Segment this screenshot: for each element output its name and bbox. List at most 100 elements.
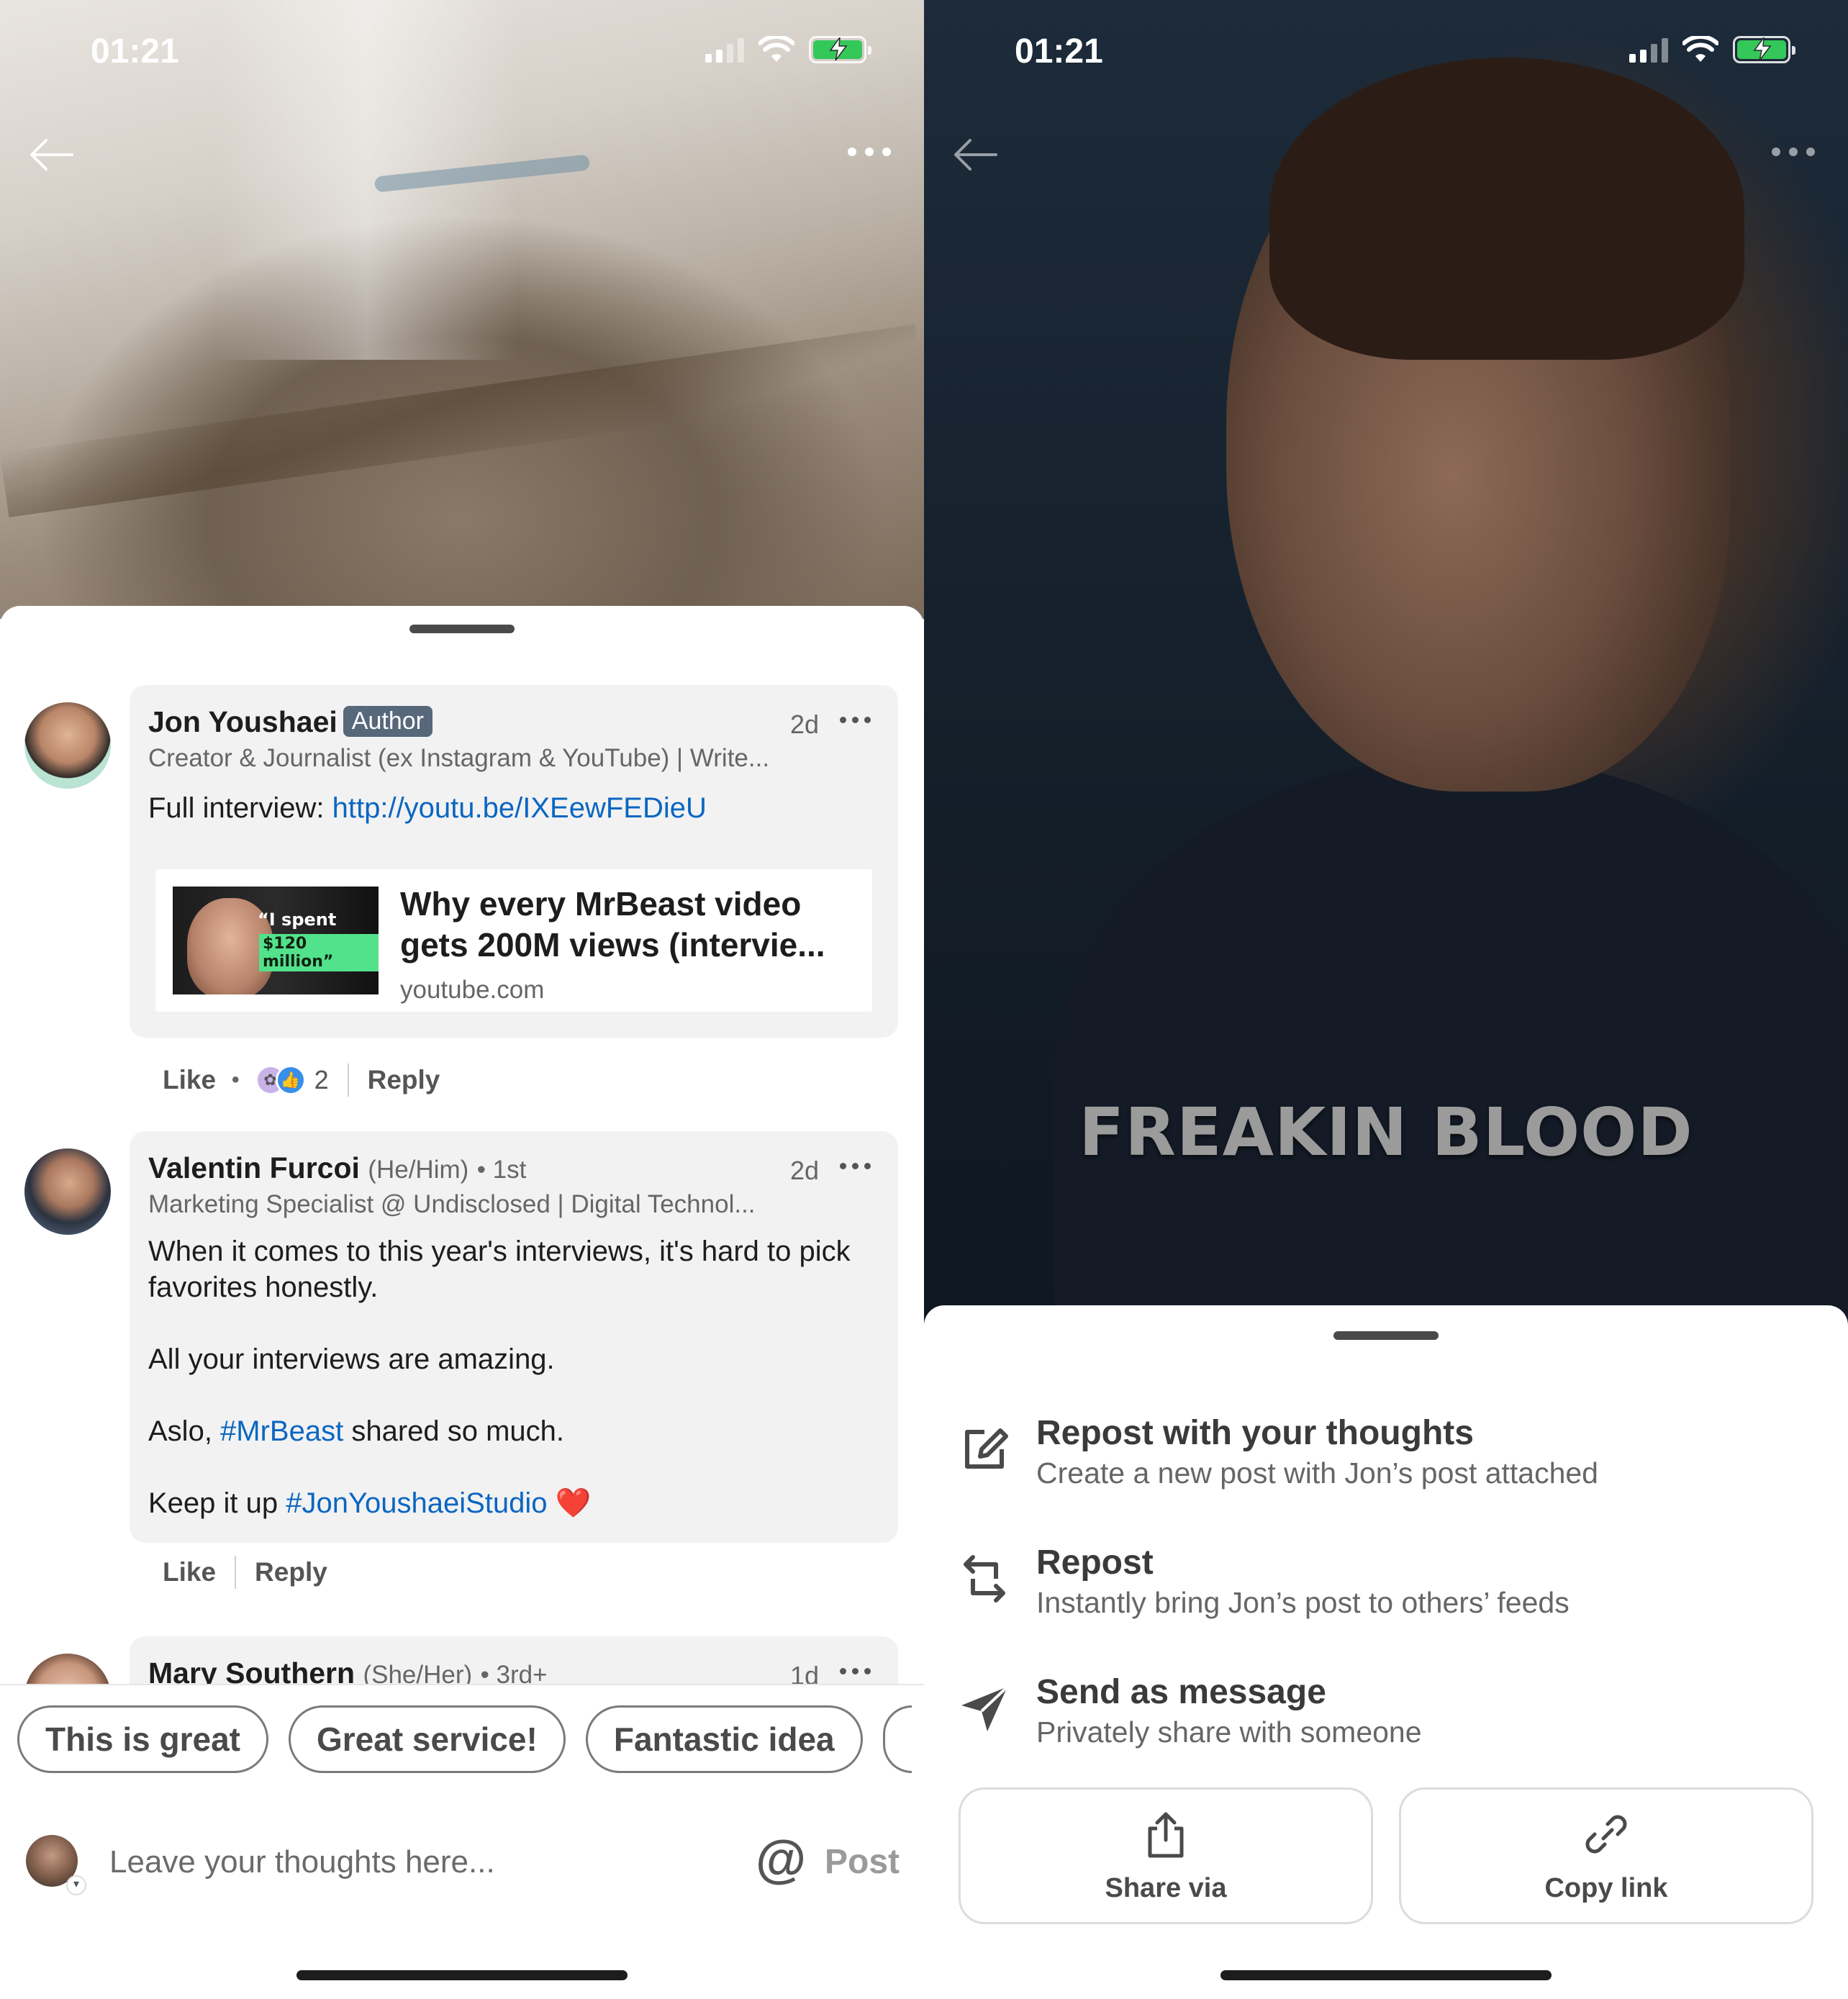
copy-link-label: Copy link bbox=[1544, 1873, 1668, 1903]
comment-item: Valentin Furcoi (He/Him) • 1st 2d Market… bbox=[0, 1131, 924, 1599]
video-background[interactable] bbox=[0, 0, 924, 619]
comment-bubble: Valentin Furcoi (He/Him) • 1st 2d Market… bbox=[130, 1131, 898, 1543]
wifi-icon bbox=[1682, 36, 1718, 62]
option-subtitle: Instantly bring Jon’s post to others’ fe… bbox=[1036, 1586, 1570, 1619]
pronouns: (She/Her) bbox=[363, 1661, 473, 1684]
like-reaction-icon: 👍 bbox=[275, 1065, 306, 1095]
share-via-button[interactable]: Share via bbox=[959, 1787, 1373, 1924]
repost-icon bbox=[964, 1555, 1005, 1603]
comment-bubble: Jon Youshaei Author 2d Creator & Journali… bbox=[130, 685, 898, 1038]
battery-icon bbox=[809, 36, 871, 63]
suggested-reply-chip-partial[interactable] bbox=[882, 1705, 912, 1773]
comment-paragraph: All your interviews are amazing. bbox=[148, 1343, 555, 1375]
mention-at-icon[interactable]: @ bbox=[756, 1831, 806, 1888]
home-indicator bbox=[296, 1970, 628, 1980]
chips-divider bbox=[0, 1684, 924, 1685]
reaction-count: 2 bbox=[314, 1065, 329, 1094]
comment-link[interactable]: http://youtu.be/IXEewFEDieU bbox=[332, 792, 707, 824]
hashtag-link[interactable]: #MrBeast bbox=[220, 1415, 343, 1447]
status-icons bbox=[1629, 36, 1795, 63]
link-icon bbox=[1585, 1815, 1627, 1854]
sheet-grabber[interactable] bbox=[1333, 1331, 1439, 1340]
home-indicator bbox=[1220, 1970, 1552, 1980]
comment-time: 2d bbox=[789, 710, 819, 739]
option-subtitle: Create a new post with Jon’s post attach… bbox=[1036, 1456, 1598, 1490]
comment-paragraph: Aslo, #MrBeast shared so much. bbox=[148, 1415, 565, 1447]
comment-paragraph: When it comes to this year's interviews,… bbox=[148, 1236, 851, 1303]
comment-item: Mary Southern (She/Her) • 3rd+ 1d bbox=[0, 1636, 924, 1684]
reply-button[interactable]: Reply bbox=[368, 1065, 440, 1095]
thumbnail-text-line2: $120 million” bbox=[259, 934, 379, 971]
comment-input[interactable] bbox=[109, 1841, 721, 1884]
divider bbox=[347, 1064, 349, 1097]
more-options-icon[interactable] bbox=[1772, 141, 1819, 163]
share-sheet: Repost with your thoughts Create a new p… bbox=[924, 1305, 1848, 1999]
video-caption: FREAKIN BLOOD bbox=[1079, 1094, 1693, 1171]
comment-more-icon[interactable] bbox=[840, 717, 871, 723]
commenter-name[interactable]: Jon Youshaei Author bbox=[148, 705, 432, 739]
comment-time: 2d bbox=[789, 1156, 819, 1185]
repost-with-thoughts-option[interactable]: Repost with your thoughts Create a new p… bbox=[924, 1406, 1848, 1507]
suggested-replies: This is great Great service! Fantastic i… bbox=[17, 1705, 912, 1773]
sheet-grabber[interactable] bbox=[409, 625, 515, 633]
back-arrow-icon[interactable] bbox=[950, 130, 1000, 180]
option-title: Repost bbox=[1036, 1544, 1154, 1582]
wifi-icon bbox=[758, 36, 794, 62]
commenter-name[interactable]: Valentin Furcoi (He/Him) • 1st bbox=[148, 1151, 526, 1185]
connection-degree: • 1st bbox=[476, 1156, 527, 1184]
comment-more-icon[interactable] bbox=[840, 1668, 871, 1674]
reply-button[interactable]: Reply bbox=[255, 1557, 327, 1587]
chevron-down-icon[interactable]: ▾ bbox=[66, 1875, 86, 1895]
comment-item: Jon Youshaei Author 2d Creator & Journali… bbox=[0, 685, 924, 1097]
video-person-hair bbox=[1269, 58, 1744, 360]
suggested-reply-chip[interactable]: Fantastic idea bbox=[585, 1705, 863, 1773]
commenter-headline: Creator & Journalist (ex Instagram & You… bbox=[148, 744, 770, 772]
link-domain: youtube.com bbox=[400, 976, 545, 1004]
pronouns: (He/Him) bbox=[368, 1156, 469, 1184]
hashtag-link[interactable]: #JonYoushaeiStudio bbox=[286, 1487, 547, 1519]
repost-option[interactable]: Repost Instantly bring Jon’s post to oth… bbox=[924, 1536, 1848, 1636]
commenter-name[interactable]: Mary Southern (She/Her) • 3rd+ bbox=[148, 1656, 548, 1684]
battery-icon bbox=[1733, 36, 1795, 63]
back-arrow-icon[interactable] bbox=[26, 130, 76, 180]
comment-composer: ▾ @ Post bbox=[0, 1821, 924, 1900]
post-button[interactable]: Post bbox=[825, 1842, 900, 1882]
share-screen: FREAKIN BLOOD 01:21 Repost with your tho… bbox=[924, 0, 1848, 1999]
link-thumbnail: “I spent $120 million” bbox=[173, 887, 379, 994]
like-button[interactable]: Like bbox=[163, 1557, 216, 1587]
copy-link-button[interactable]: Copy link bbox=[1399, 1787, 1813, 1924]
comment-paragraph: Keep it up #JonYoushaeiStudio ❤️ bbox=[148, 1487, 592, 1519]
more-options-icon[interactable] bbox=[848, 141, 895, 163]
send-as-message-option[interactable]: Send as message Privately share with som… bbox=[924, 1665, 1848, 1766]
option-title: Send as message bbox=[1036, 1673, 1326, 1711]
status-icons bbox=[705, 36, 871, 63]
thumbnail-text-line1: “I spent bbox=[258, 910, 337, 930]
comment-text: Full interview: http://youtu.be/IXEewFED… bbox=[148, 792, 707, 824]
comment-actions: Like Reply bbox=[163, 1556, 327, 1589]
comment-bubble: Mary Southern (She/Her) • 3rd+ 1d bbox=[130, 1636, 898, 1684]
comment-time: 1d bbox=[789, 1661, 819, 1684]
cellular-signal-icon bbox=[705, 37, 744, 63]
option-title: Repost with your thoughts bbox=[1036, 1414, 1474, 1452]
suggested-reply-chip[interactable]: Great service! bbox=[288, 1705, 566, 1773]
commenter-headline: Marketing Specialist @ Undisclosed | Dig… bbox=[148, 1190, 756, 1218]
share-via-label: Share via bbox=[1105, 1873, 1227, 1903]
share-icon bbox=[1148, 1812, 1184, 1858]
link-title: Why every MrBeast video gets 200M views … bbox=[400, 885, 825, 964]
link-preview-card[interactable]: “I spent $120 million” Why every MrBeast… bbox=[155, 869, 872, 1012]
avatar[interactable] bbox=[24, 702, 111, 789]
divider bbox=[235, 1556, 237, 1589]
comment-actions: Like • ✿ 👍 2 Reply bbox=[163, 1064, 440, 1097]
avatar[interactable] bbox=[24, 1148, 111, 1235]
avatar[interactable] bbox=[24, 1654, 111, 1684]
like-button[interactable]: Like bbox=[163, 1065, 216, 1095]
send-icon bbox=[961, 1685, 1009, 1731]
comment-more-icon[interactable] bbox=[840, 1163, 871, 1169]
video-background[interactable]: FREAKIN BLOOD bbox=[924, 0, 1848, 1403]
status-time: 01:21 bbox=[1015, 32, 1103, 71]
status-time: 01:21 bbox=[91, 32, 179, 71]
suggested-reply-chip[interactable]: This is great bbox=[17, 1705, 268, 1773]
cellular-signal-icon bbox=[1629, 37, 1668, 63]
edit-icon bbox=[965, 1428, 1008, 1469]
reactions-summary[interactable]: ✿ 👍 2 bbox=[255, 1065, 329, 1095]
